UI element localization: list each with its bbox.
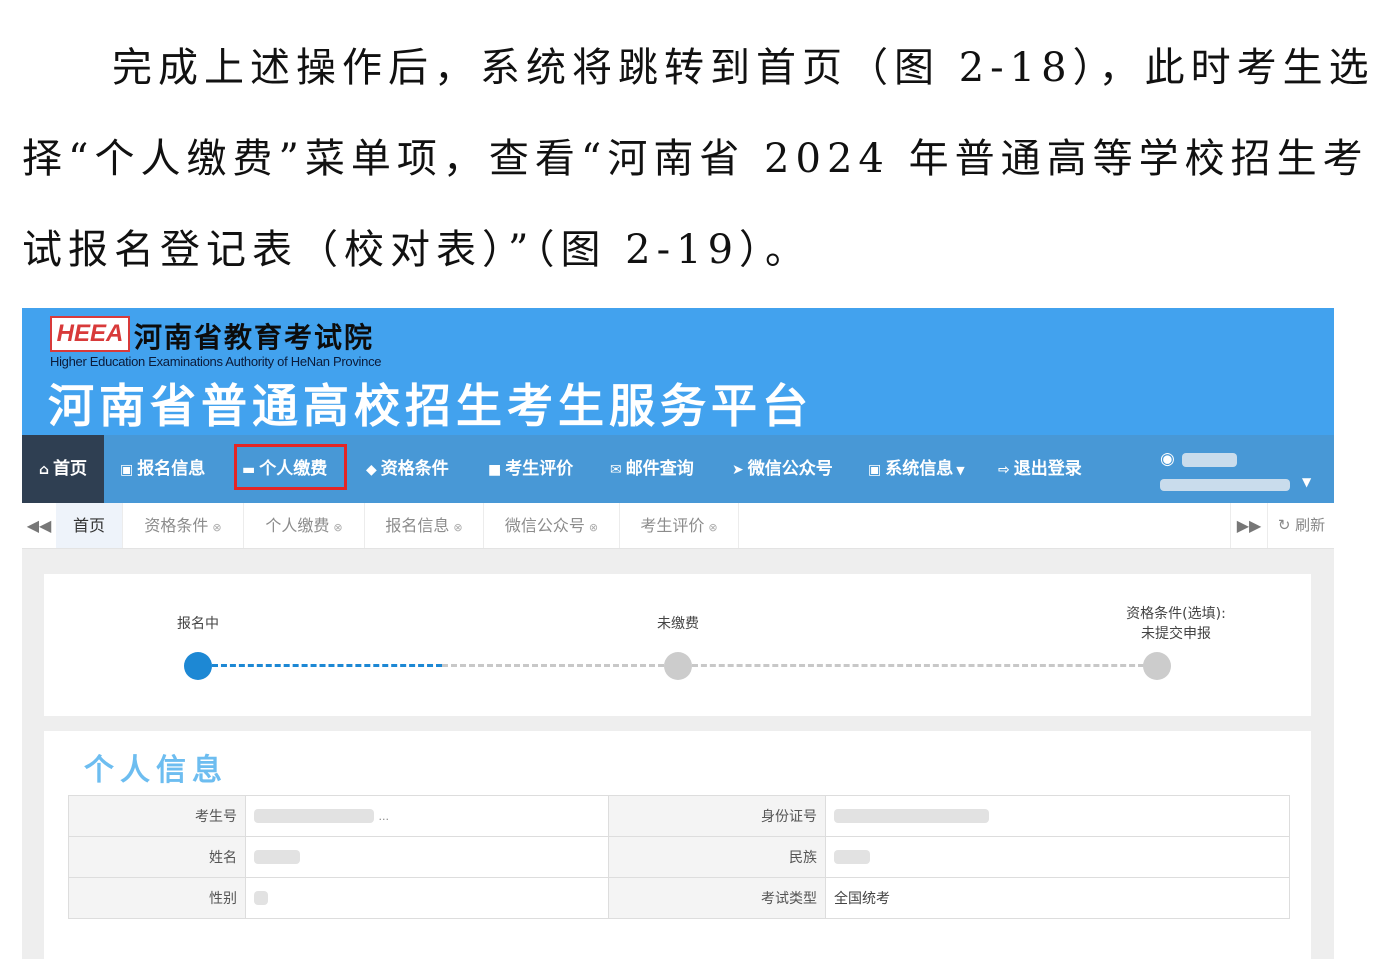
table-row: 考生号 ... 身份证号 [68,795,1290,837]
progress-card: 报名中 未缴费 资格条件(选填): 未提交申报 [44,574,1311,716]
label-exam-number: 考生号 [68,795,246,837]
progress-line-pending [442,664,664,667]
value-exam-type: 全国统考 [825,877,1290,919]
tab-personal-payment-label: 个人缴费 [265,516,330,535]
nav-logout[interactable]: ⇨ 退出登录 [998,435,1082,503]
paragraph-line-1: 完成上述操作后，系统将跳转到首页（图 2-18），此时考生选 [112,45,1375,91]
platform-title: 河南省普通高校招生考生服务平台 [48,379,813,433]
progress-line-done [212,664,442,667]
nav-logout-label: 退出登录 [1013,459,1082,479]
tab-wechat-label: 微信公众号 [504,516,585,535]
table-row: 性别 考试类型 全国统考 [68,877,1290,919]
step-dot [664,652,692,680]
nav-evaluation-label: 考生评价 [505,459,574,479]
main-nav: ⌂ 首页 ▣ 报名信息 ▬ 个人缴费 ◆ 资格条件 ■ 考生评价 ✉ 邮件查询 ➤ 微信公众号… [22,435,1334,503]
tab-evaluation[interactable]: 考生评价 ⊗ [620,503,739,548]
step-label-unpaid: 未缴费 [657,616,699,632]
nav-mail-query[interactable]: ✉ 邮件查询 [610,435,694,503]
progress-line-pending [692,664,1144,667]
masked-value [254,850,300,864]
label-ethnicity: 民族 [608,836,826,878]
home-icon: ⌂ [38,462,50,478]
nav-qualification-label: 资格条件 [380,459,449,479]
heea-logo: HEEA [50,316,130,352]
label-id-number: 身份证号 [608,795,826,837]
paragraph-line-3: 试报名登记表（校对表）”（图 2-19）。 [22,227,812,273]
tab-close-icon[interactable]: ⊗ [212,521,221,534]
masked-value [834,850,870,864]
tab-personal-payment[interactable]: 个人缴费 ⊗ [244,503,365,548]
label-gender: 性别 [68,877,246,919]
nav-wechat[interactable]: ➤ 微信公众号 [732,435,833,503]
step-dot [1143,652,1171,680]
masked-value [254,809,374,823]
service-platform-screenshot: HEEA 河南省教育考试院 Higher Education Examinati… [22,308,1334,959]
masked-value [834,809,989,823]
nav-system-info[interactable]: ▣ 系统信息 ▼ [868,435,965,503]
nav-system-info-label: 系统信息 [885,459,954,479]
tab-home[interactable]: 首页 [56,503,123,548]
nav-registration-info-label: 报名信息 [137,459,206,479]
value-exam-number: ... [245,795,609,837]
tab-close-icon[interactable]: ⊗ [333,521,342,534]
sign-out-icon: ⇨ [998,462,1010,478]
value-ethnicity [825,836,1290,878]
tab-home-label: 首页 [72,516,105,535]
user-name-masked [1182,453,1237,467]
tab-close-icon[interactable]: ⊗ [589,521,598,534]
paragraph-line-2: 择“个人缴费”菜单项，查看“河南省 2024 年普通高等学校招生考 [22,136,1369,182]
personal-info-table: 考生号 ... 身份证号 姓名 民族 性别 考试类型 全国统考 [68,795,1290,919]
envelope-icon: ✉ [610,462,622,478]
step-dot-active [184,652,212,680]
tab-scroll-left-icon[interactable]: ◀◀ [22,503,56,548]
tab-close-icon[interactable]: ⊗ [453,521,462,534]
value-gender [245,877,609,919]
tab-scroll-right-icon[interactable]: ▶▶ [1230,503,1267,548]
tab-evaluation-label: 考生评价 [640,516,705,535]
tab-close-icon[interactable]: ⊗ [708,521,717,534]
masked-ellipsis: ... [378,810,389,823]
caret-down-icon: ▼ [956,464,965,477]
step-label-qualification: 资格条件(选填): 未提交申报 [1126,606,1226,642]
nav-mail-query-label: 邮件查询 [625,459,694,479]
refresh-button[interactable]: ↻ 刷新 [1267,503,1334,548]
tab-qualification-label: 资格条件 [144,516,209,535]
label-exam-type: 考试类型 [608,877,826,919]
nav-evaluation[interactable]: ■ 考生评价 [488,435,573,503]
nav-home[interactable]: ⌂ 首页 [22,435,104,503]
masked-value [254,891,268,905]
step-label-registering: 报名中 [177,616,219,632]
nav-home-label: 首页 [53,459,88,479]
user-icon: ◉ [1160,449,1175,469]
nav-highlight-box [234,444,347,490]
nav-registration-info[interactable]: ▣ 报名信息 [120,435,205,503]
nav-qualification[interactable]: ◆ 资格条件 [366,435,449,503]
user-menu[interactable]: ◉ ▼ [1160,449,1320,493]
id-card-icon: ▣ [868,462,882,478]
user-id-masked [1160,479,1290,491]
refresh-label: 刷新 [1295,516,1326,534]
personal-info-card: 个人信息 考生号 ... 身份证号 姓名 民族 性别 考试类型 全国统考 [44,731,1311,959]
nav-wechat-label: 微信公众号 [747,459,833,479]
tab-registration-info[interactable]: 报名信息 ⊗ [365,503,484,548]
book-icon: ■ [488,462,502,478]
institution-name: 河南省教育考试院 [134,321,375,354]
tag-icon: ◆ [366,462,377,478]
send-icon: ➤ [732,462,744,478]
tab-wechat[interactable]: 微信公众号 ⊗ [484,503,620,548]
caret-down-icon: ▼ [1302,475,1312,489]
value-id-number [825,795,1290,837]
personal-info-title: 个人信息 [84,753,228,788]
institution-name-en: Higher Education Examinations Authority … [50,354,382,369]
label-name: 姓名 [68,836,246,878]
tab-bar: ◀◀ 首页 资格条件 ⊗ 个人缴费 ⊗ 报名信息 ⊗ 微信公众号 ⊗ 考生评价 ⊗ ▶▶ … [22,503,1334,549]
id-card-icon: ▣ [120,462,134,478]
tab-registration-info-label: 报名信息 [385,516,450,535]
tab-qualification[interactable]: 资格条件 ⊗ [123,503,244,548]
value-name [245,836,609,878]
refresh-icon: ↻ [1277,516,1291,534]
table-row: 姓名 民族 [68,836,1290,878]
header-banner: HEEA 河南省教育考试院 Higher Education Examinati… [22,308,1334,435]
